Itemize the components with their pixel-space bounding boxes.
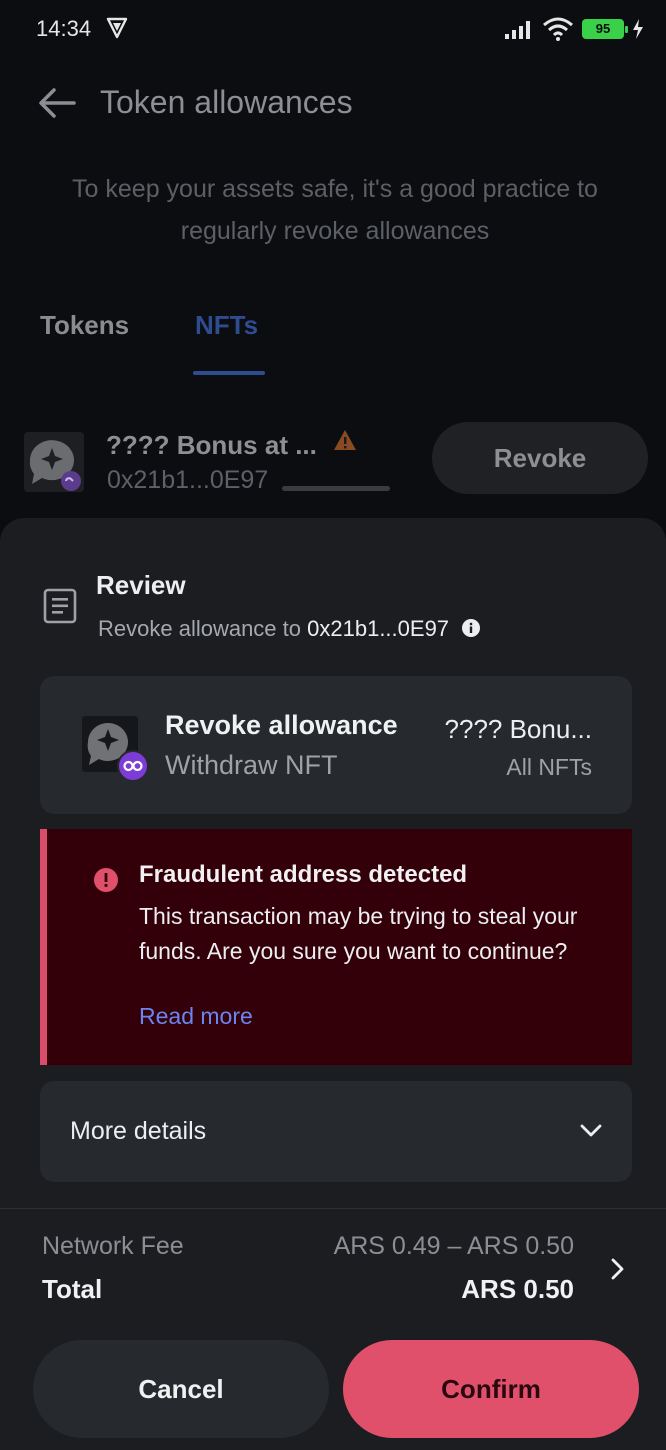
active-tab-indicator (193, 371, 265, 375)
nft-allowance-row: ???? Bonus at ... 0x21b1...0E97 Revoke (0, 410, 666, 520)
review-subtitle-prefix: Revoke allowance to (98, 616, 302, 641)
transaction-title: Revoke allowance (165, 710, 398, 740)
fraud-alert: Fraudulent address detected This transac… (40, 829, 632, 1065)
total-label: Total (42, 1274, 103, 1304)
background-screen: 14:34 95 Token allowances To keep your a… (0, 0, 666, 520)
nft-address: 0x21b1...0E97 (107, 466, 269, 494)
chevron-down-icon (580, 1124, 602, 1137)
chevron-right-icon[interactable] (606, 1256, 628, 1282)
spender-address: 0x21b1...0E97 (307, 616, 450, 641)
nft-avatar-icon (24, 432, 84, 492)
warning-icon (334, 430, 356, 450)
transaction-card: Revoke allowance Withdraw NFT ???? Bonu.… (40, 676, 632, 814)
wifi-icon (543, 17, 573, 41)
review-sheet: Review Revoke allowance to 0x21b1...0E97… (0, 518, 666, 1450)
alert-icon (94, 868, 118, 892)
document-icon (43, 588, 77, 624)
alert-title: Fraudulent address detected (139, 861, 468, 888)
vpn-icon (106, 17, 128, 39)
nft-name: ???? Bonus at ... (106, 430, 317, 460)
network-fee-label: Network Fee (42, 1232, 184, 1260)
page-subtitle: To keep your assets safe, it's a good pr… (72, 175, 598, 245)
network-fee-value: ARS 0.49 – ARS 0.50 (333, 1232, 574, 1260)
info-icon[interactable] (461, 618, 481, 638)
status-time: 14:34 (36, 16, 92, 41)
review-subtitle: Revoke allowance to 0x21b1...0E97 (98, 616, 481, 642)
status-icons: 95 (504, 14, 644, 44)
alert-body: This transaction may be trying to steal … (139, 903, 578, 964)
page-title: Token allowances (100, 84, 353, 120)
asset-name: ???? Bonu... (444, 714, 592, 744)
back-arrow-icon[interactable] (34, 80, 80, 126)
more-details-toggle[interactable]: More details (40, 1081, 632, 1182)
asset-scope: All NFTs (506, 754, 592, 780)
more-details-label: More details (70, 1117, 207, 1145)
tab-nfts[interactable]: NFTs (195, 310, 258, 341)
confirm-button[interactable]: Confirm (343, 1340, 639, 1438)
nft-avatar-icon (82, 716, 149, 782)
signal-icon (505, 21, 530, 39)
loading-bar (282, 486, 390, 491)
tab-tokens[interactable]: Tokens (40, 310, 129, 341)
status-bar: 14:34 95 (0, 0, 666, 58)
revoke-button[interactable]: Revoke (432, 422, 648, 494)
battery-indicator: 95 (582, 19, 628, 39)
total-value: ARS 0.50 (461, 1274, 574, 1304)
cancel-button[interactable]: Cancel (33, 1340, 329, 1438)
review-title: Review (96, 570, 186, 600)
charging-icon (633, 19, 643, 39)
transaction-subtitle: Withdraw NFT (165, 750, 338, 780)
read-more-link[interactable]: Read more (139, 1003, 253, 1030)
divider (0, 1208, 666, 1209)
